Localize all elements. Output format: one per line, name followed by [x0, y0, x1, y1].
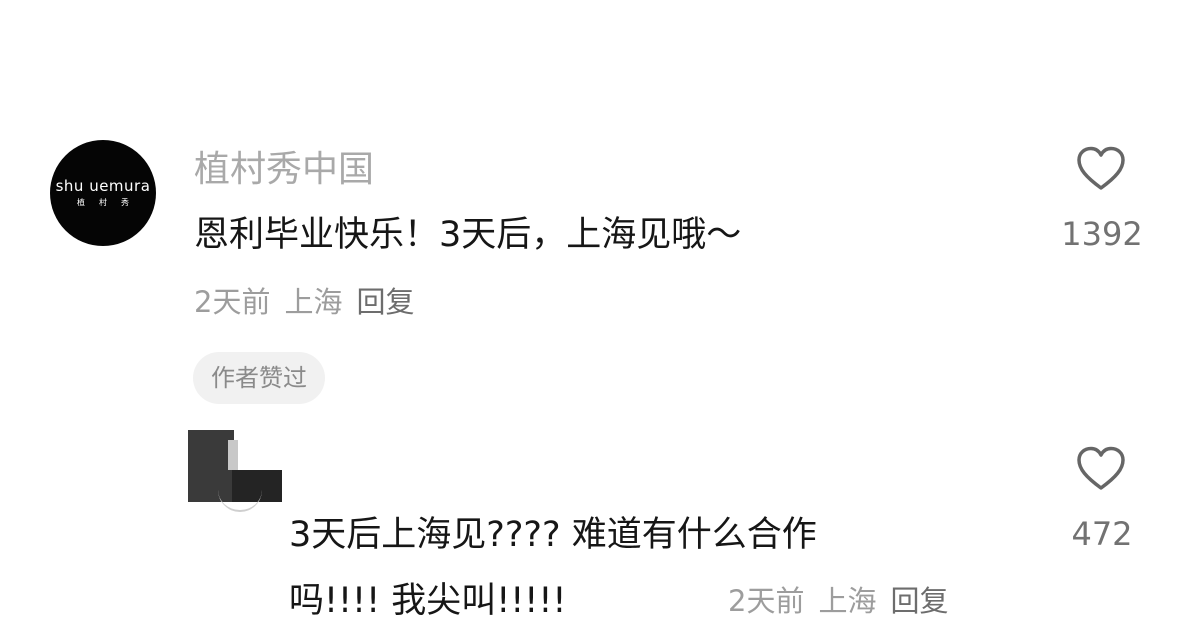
- reply-meta: 2天前 上海 回复: [728, 583, 962, 619]
- comment-time: 2天前: [194, 285, 271, 319]
- comment-username[interactable]: 植村秀中国: [194, 148, 374, 192]
- reply-time: 2天前: [728, 584, 805, 618]
- reply-reply-button[interactable]: 回复: [890, 584, 948, 618]
- reply-like-button[interactable]: [1076, 446, 1126, 496]
- author-liked-badge: 作者赞过: [193, 352, 325, 404]
- brand-logo-text: shu uemura: [55, 176, 151, 195]
- reply-text-line-1: 3天后上海见???? 难道有什么合作: [289, 515, 817, 555]
- heart-outline-icon: [1077, 146, 1125, 190]
- like-button[interactable]: [1076, 146, 1126, 196]
- censored-avatar-patch: [228, 440, 238, 470]
- heart-outline-icon: [1077, 446, 1125, 490]
- avatar-outline: [218, 490, 262, 512]
- avatar[interactable]: shu uemura 植村秀: [50, 140, 156, 246]
- comment-meta: 2天前 上海 回复: [194, 284, 428, 320]
- reply-button[interactable]: 回复: [356, 285, 414, 319]
- like-count: 1392: [1061, 215, 1143, 253]
- comment-location: 上海: [284, 285, 343, 319]
- reply-text-line-2: 吗!!!! 我尖叫!!!!!: [289, 581, 567, 621]
- reply-location: 上海: [818, 584, 877, 618]
- brand-logo-subtext: 植村秀: [77, 197, 143, 207]
- comment-text: 恩利毕业快乐！3天后，上海见哦～: [194, 215, 742, 255]
- reply-like-count: 472: [1071, 515, 1133, 553]
